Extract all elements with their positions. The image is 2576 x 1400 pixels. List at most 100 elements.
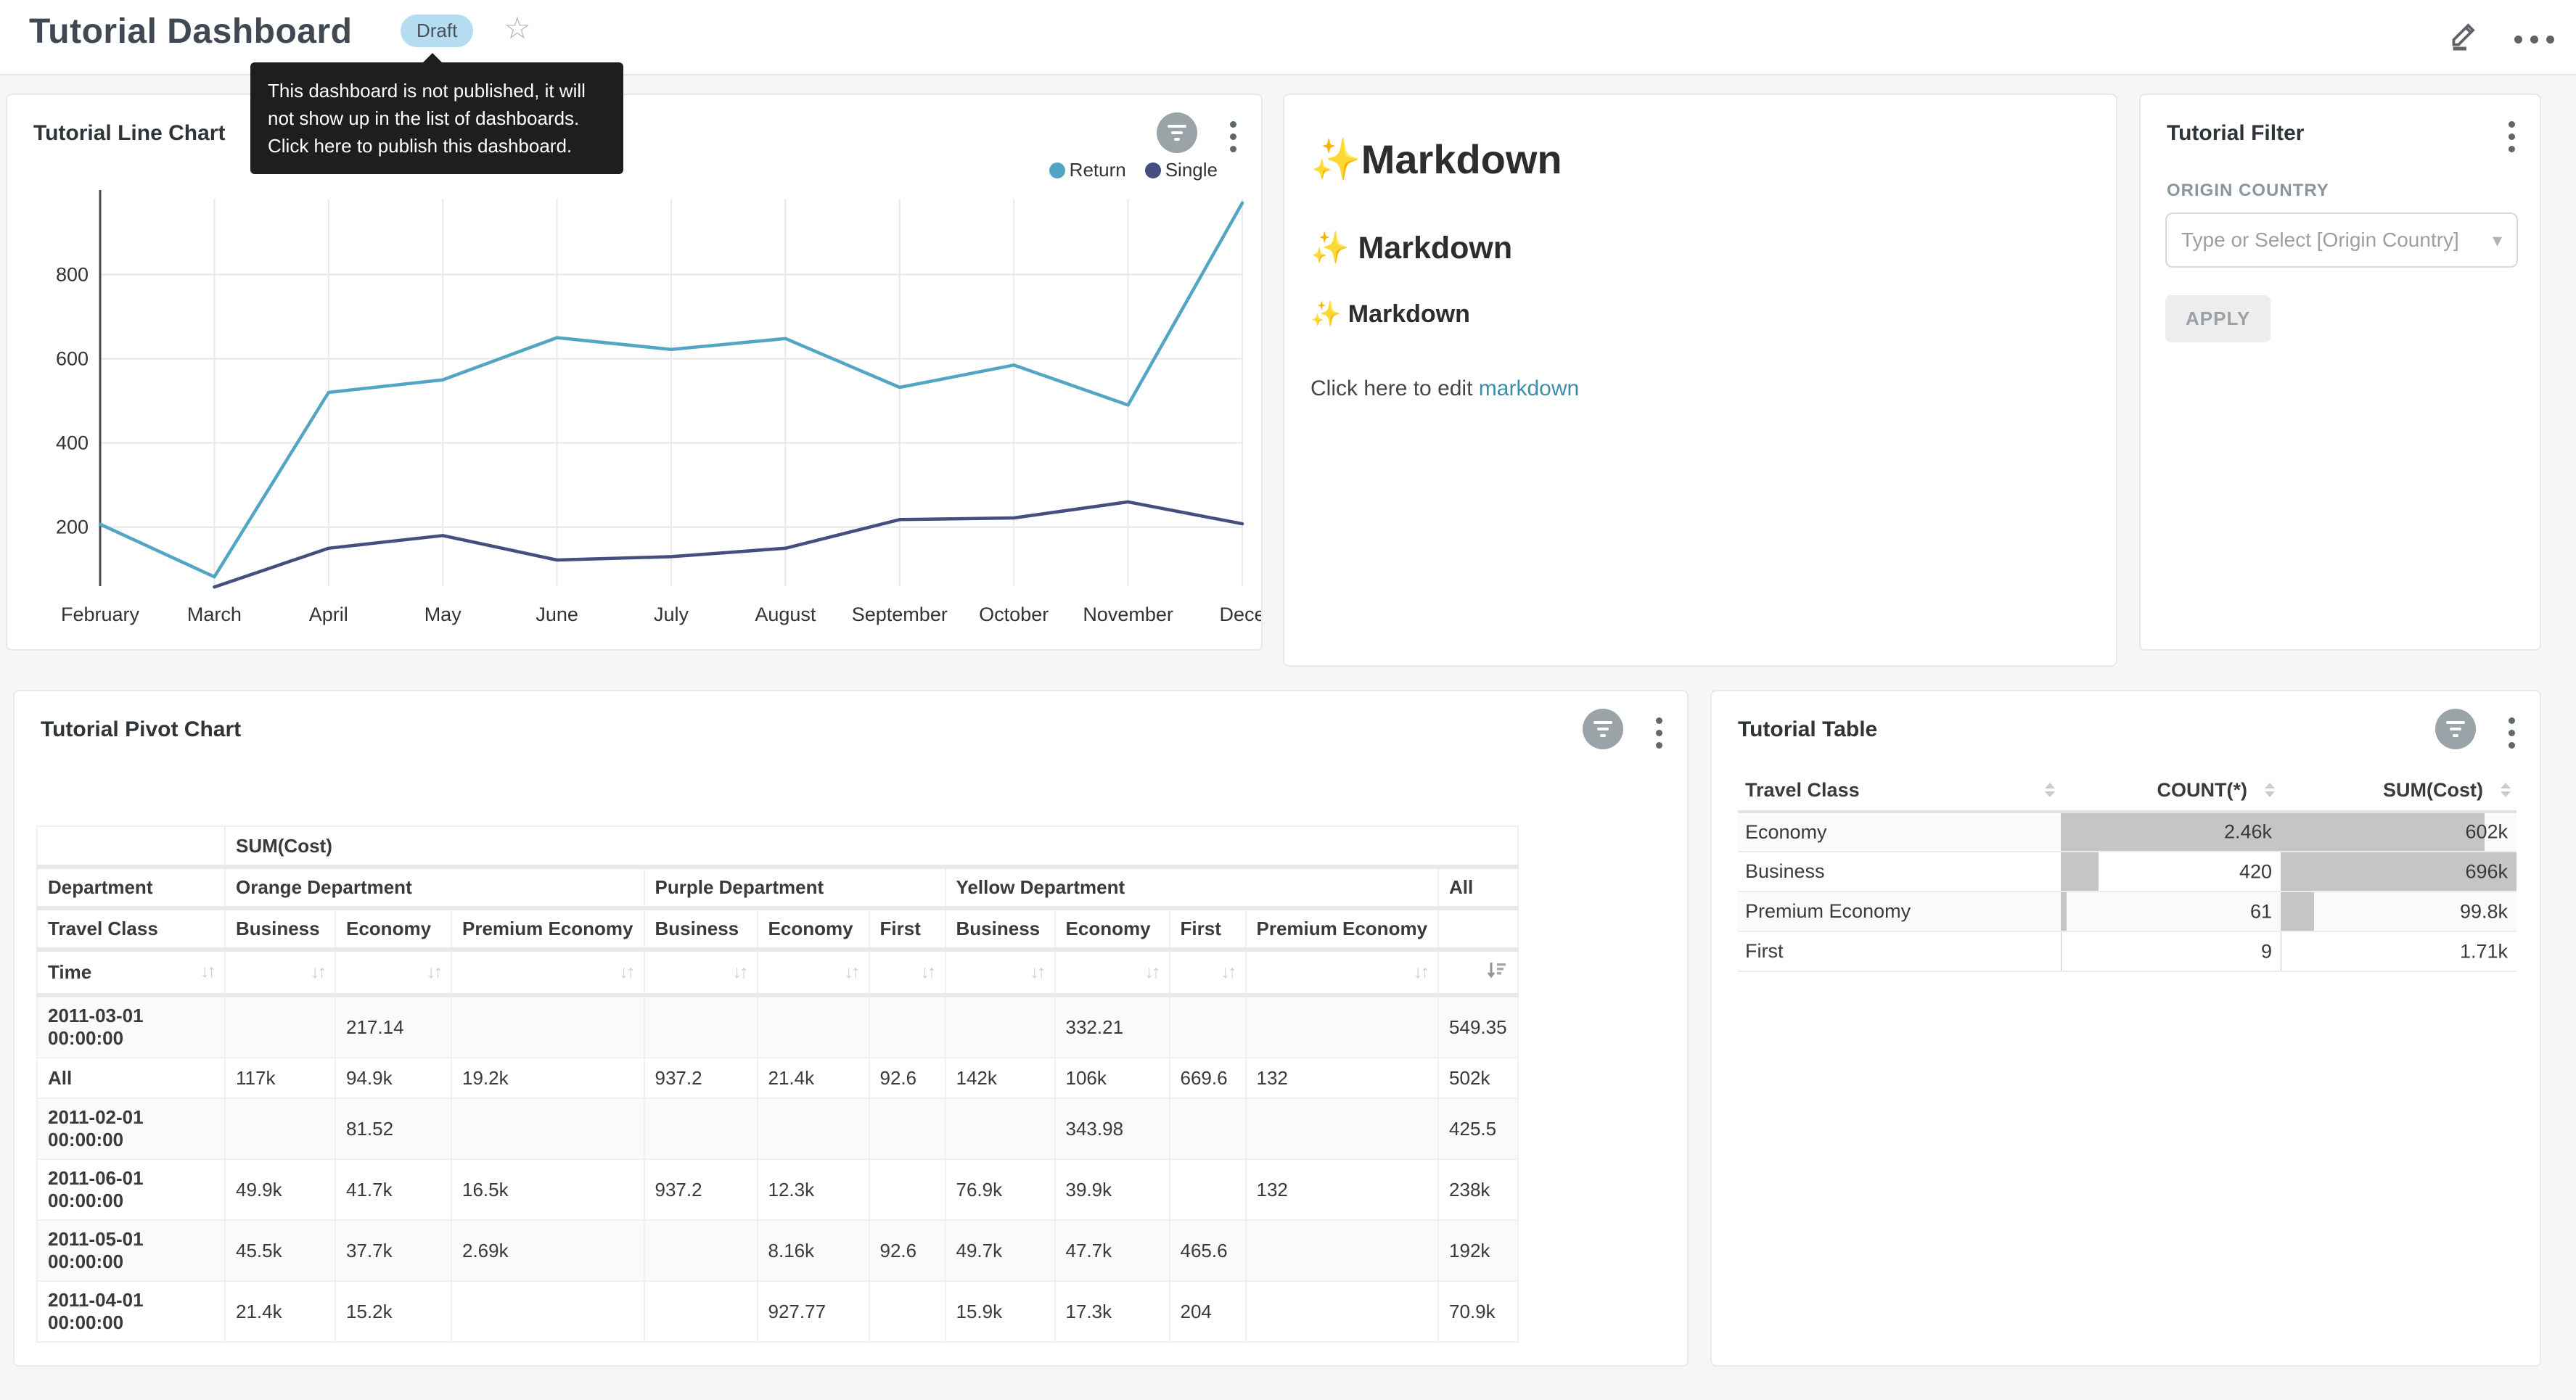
legend-item-return[interactable]: Return (1049, 159, 1126, 181)
pivot-cell: 17.3k (1055, 1281, 1170, 1342)
pivot-row-header: 2011-02-01 00:00:00 (37, 1098, 225, 1159)
pivot-cell (644, 1098, 758, 1159)
legend-label: Return (1070, 159, 1126, 181)
sort-icon[interactable]: ↓↑ (620, 962, 633, 983)
filter-indicator-icon[interactable] (1583, 709, 1623, 749)
pivot-cell (1170, 995, 1246, 1058)
pivot-group-header: Purple Department (644, 867, 946, 908)
star-icon[interactable]: ☆ (504, 10, 531, 46)
pivot-col-header: First (869, 908, 946, 950)
svg-text:June: June (536, 604, 578, 625)
pivot-col-header: Economy (1055, 908, 1170, 950)
pivot-cell: 343.98 (1055, 1098, 1170, 1159)
pivot-row-dim-label: Department (37, 867, 225, 908)
cell-sum: 696k (2281, 852, 2516, 892)
pivot-cell: 15.9k (946, 1281, 1055, 1342)
col-header-sum[interactable]: SUM(Cost) (2281, 770, 2516, 812)
svg-text:600: 600 (56, 348, 89, 370)
col-header-travel-class[interactable]: Travel Class (1738, 770, 2061, 812)
pivot-col-header: Economy (335, 908, 451, 950)
pivot-measure-row: SUM(Cost) (37, 826, 1518, 867)
sort-icon[interactable]: ↓↑ (733, 962, 747, 983)
pivot-cell: 425.5 (1438, 1098, 1518, 1159)
pivot-data-row: All117k94.9k19.2k937.221.4k92.6142k106k6… (37, 1058, 1518, 1098)
pivot-cell (869, 995, 946, 1058)
legend-item-single[interactable]: Single (1145, 159, 1218, 181)
filter-indicator-icon[interactable] (2435, 709, 2476, 749)
pivot-col-dim-label: Travel Class (37, 908, 225, 950)
sort-icon[interactable]: ↓↑ (311, 962, 324, 983)
pivot-cell (1246, 1098, 1439, 1159)
pivot-sort-cell: ↓↑ (451, 950, 644, 995)
pivot-cell (1170, 1159, 1246, 1220)
pivot-cell: 41.7k (335, 1159, 451, 1220)
pivot-cell: 204 (1170, 1281, 1246, 1342)
pivot-cell (946, 1098, 1055, 1159)
sort-icon[interactable]: ↓↑ (1221, 962, 1235, 983)
sort-icon[interactable]: ↓↑ (1414, 962, 1427, 983)
pivot-cell: 132 (1246, 1058, 1439, 1098)
draft-badge[interactable]: Draft (401, 15, 473, 47)
filter-card: Tutorial Filter ORIGIN COUNTRY Type or S… (2139, 94, 2541, 651)
sort-caret-icon[interactable] (2265, 783, 2275, 797)
dashboard-page: Tutorial Dashboard Draft ☆ This dashboar… (0, 0, 2576, 1400)
pivot-cell: 19.2k (451, 1058, 644, 1098)
sort-caret-icon[interactable] (2045, 783, 2055, 797)
kebab-menu-icon[interactable] (1656, 715, 1662, 752)
sort-icon[interactable]: ↓↑ (921, 962, 935, 983)
pivot-col-header (1438, 908, 1518, 950)
line-chart-card: Tutorial Line Chart ReturnSingle 2004006… (6, 94, 1263, 651)
pivot-department-row: DepartmentOrange DepartmentPurple Depart… (37, 867, 1518, 908)
pivot-cell: 502k (1438, 1058, 1518, 1098)
sort-caret-icon[interactable] (2501, 783, 2511, 797)
pivot-data-row: 2011-05-01 00:00:0045.5k37.7k2.69k8.16k9… (37, 1220, 1518, 1281)
pivot-cell: 15.2k (335, 1281, 451, 1342)
pivot-time-label: Time↓↑ (37, 950, 225, 995)
pivot-data-row: 2011-04-01 00:00:0021.4k15.2k927.7715.9k… (37, 1281, 1518, 1342)
pivot-cell (225, 1098, 335, 1159)
col-header-count[interactable]: COUNT(*) (2061, 770, 2281, 812)
table-card: Tutorial Table Travel ClassCOUNT(*)SUM(C… (1710, 690, 2541, 1367)
tooltip-text: This dashboard is not published, it will… (268, 80, 586, 157)
pivot-cell: 8.16k (758, 1220, 869, 1281)
sum-bar (2281, 813, 2485, 851)
kebab-menu-icon[interactable] (2509, 715, 2515, 752)
pivot-sort-cell: ↓↑ (1170, 950, 1246, 995)
markdown-h3: ✨ Markdown (1310, 300, 2116, 329)
pivot-row-header: 2011-05-01 00:00:00 (37, 1220, 225, 1281)
kebab-menu-icon[interactable] (2509, 118, 2515, 155)
pivot-sort-cell: ↓↑ (1055, 950, 1170, 995)
pivot-cell: 106k (1055, 1058, 1170, 1098)
sort-icon[interactable]: ↓↑ (1030, 962, 1044, 983)
pivot-measure-label: SUM(Cost) (225, 826, 1518, 867)
pivot-cell (1246, 995, 1439, 1058)
ellipsis-menu-icon[interactable] (2514, 25, 2554, 44)
pivot-cell: 12.3k (758, 1159, 869, 1220)
pivot-group-header: Orange Department (225, 867, 644, 908)
pivot-sort-cell: ↓↑ (335, 950, 451, 995)
sum-bar (2281, 892, 2314, 931)
pivot-cell (1246, 1220, 1439, 1281)
origin-country-select[interactable]: Type or Select [Origin Country] ▾ (2165, 213, 2518, 268)
pivot-sort-cell: ↓↑ (1246, 950, 1439, 995)
sort-icon[interactable]: ↓↑ (200, 961, 214, 982)
sort-icon[interactable]: ↓↑ (1145, 962, 1159, 983)
pivot-cell: 49.9k (225, 1159, 335, 1220)
pivot-col-header: Business (644, 908, 758, 950)
apply-button[interactable]: APPLY (2165, 295, 2271, 342)
markdown-card: ✨Markdown ✨ Markdown ✨ Markdown Click he… (1283, 94, 2117, 667)
pivot-cell: 2.69k (451, 1220, 644, 1281)
pivot-cell (451, 995, 644, 1058)
pivot-cell (869, 1159, 946, 1220)
sort-icon[interactable]: ↓↑ (427, 962, 440, 983)
pivot-cell (644, 995, 758, 1058)
sort-descending-icon[interactable] (1485, 959, 1507, 986)
select-placeholder: Type or Select [Origin Country] (2181, 228, 2459, 252)
sort-icon[interactable]: ↓↑ (845, 962, 858, 983)
markdown-h1: ✨Markdown (1310, 136, 2116, 184)
svg-text:July: July (654, 604, 689, 625)
markdown-edit-link[interactable]: markdown (1479, 376, 1579, 400)
pivot-col-header: Premium Economy (1246, 908, 1439, 950)
edit-pencil-icon[interactable] (2446, 16, 2482, 52)
pivot-cell: 16.5k (451, 1159, 644, 1220)
